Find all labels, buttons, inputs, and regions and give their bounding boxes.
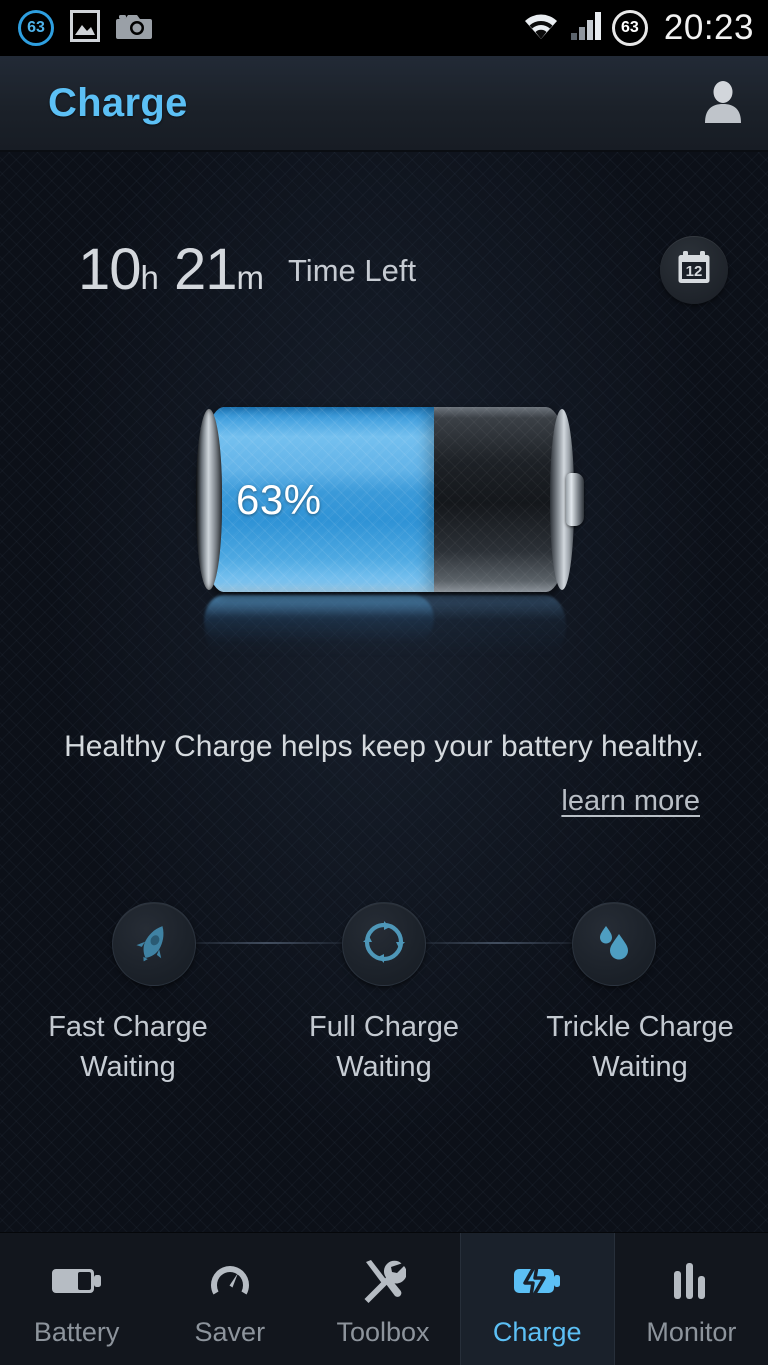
stage-status: Waiting [592, 1051, 688, 1084]
camera-icon [116, 11, 152, 46]
stage-title: Trickle Charge [546, 1011, 734, 1043]
nav-label: Monitor [646, 1316, 737, 1347]
stage-label-full-charge: Full Charge Waiting [256, 1007, 512, 1087]
nav-item-charge[interactable]: Charge [459, 1233, 615, 1365]
gauge-icon [206, 1257, 254, 1305]
wrench-screwdriver-icon [360, 1257, 406, 1305]
nav-label: Toolbox [336, 1316, 430, 1347]
time-left-minutes: 21 [174, 237, 238, 302]
time-left-minutes-unit: m [236, 259, 265, 296]
battery-cylinder: 63% [196, 407, 584, 592]
stage-status: Waiting [336, 1051, 432, 1084]
refresh-circle-icon [361, 919, 407, 970]
time-left-value: 10h 21m [78, 241, 264, 299]
battery-icon [51, 1257, 103, 1305]
nav-item-toolbox[interactable]: Toolbox [306, 1233, 459, 1365]
title-bar: Charge [0, 56, 768, 152]
status-battery-right-value: 63 [621, 19, 639, 36]
calendar-icon: 12 [674, 248, 714, 293]
battery-circle-icon: 63 [611, 10, 648, 46]
rocket-icon [132, 920, 176, 969]
battery-bolt-icon [510, 1257, 564, 1305]
stage-label-fast-charge: Fast Charge Waiting [0, 1007, 256, 1087]
stage-title: Full Charge [309, 1011, 459, 1043]
charge-stage-labels: Fast Charge Waiting Full Charge Waiting … [0, 1007, 768, 1087]
calendar-button[interactable]: 12 [660, 236, 728, 304]
battery-circle-icon: 63 [18, 10, 54, 46]
svg-text:12: 12 [686, 263, 703, 280]
stage-connector-line [420, 942, 575, 944]
nav-label: Saver [194, 1316, 266, 1347]
wifi-icon [522, 11, 560, 46]
person-icon [702, 79, 744, 128]
status-battery-left-value: 63 [27, 19, 45, 36]
time-left-hours-unit: h [140, 259, 159, 296]
stage-trickle-charge-button[interactable] [572, 902, 656, 986]
battery-graphic[interactable]: 63% [196, 407, 584, 657]
main-content: 10h 21m Time Left 12 63% Healthy Charge … [0, 152, 768, 1233]
nav-label: Charge [492, 1316, 582, 1347]
nav-item-battery[interactable]: Battery [0, 1233, 153, 1365]
cell-signal-icon [570, 11, 602, 46]
stage-fast-charge-button[interactable] [112, 902, 196, 986]
nav-item-monitor[interactable]: Monitor [615, 1233, 768, 1365]
battery-terminal [566, 473, 584, 526]
battery-cap-left [196, 409, 222, 590]
status-bar-clock: 20:23 [663, 8, 754, 47]
page-title: Charge [48, 80, 188, 125]
stage-connector-line [190, 942, 345, 944]
water-drop-icon [592, 920, 636, 969]
time-left-row: 10h 21m Time Left 12 [0, 236, 768, 304]
charge-stages [0, 892, 768, 992]
status-bar: 63 63 20:23 [0, 0, 768, 56]
profile-button[interactable] [702, 79, 744, 128]
learn-more-link[interactable]: learn more [561, 785, 700, 817]
learn-more-row: learn more [0, 785, 768, 818]
app-screen: 63 63 20:23 Charge 10h 21m Time Left 12 … [0, 0, 768, 1365]
nav-item-saver[interactable]: Saver [153, 1233, 306, 1365]
nav-label: Battery [33, 1316, 120, 1347]
time-left-hours: 10 [78, 237, 142, 302]
stage-full-charge-button[interactable] [342, 902, 426, 986]
healthy-charge-message: Healthy Charge helps keep your battery h… [64, 730, 704, 763]
battery-percent-label: 63% [236, 475, 322, 523]
time-left-label: Time Left [288, 252, 417, 288]
stage-status: Waiting [80, 1051, 176, 1084]
status-bar-right-icons: 63 20:23 [522, 8, 754, 48]
battery-reflection-fill [204, 595, 434, 643]
bottom-navigation: Battery Saver Toolbox Charge Monitor [0, 1232, 768, 1365]
stage-label-trickle-charge: Trickle Charge Waiting [512, 1007, 768, 1087]
stage-title: Fast Charge [48, 1011, 208, 1043]
bar-chart-icon [669, 1257, 713, 1305]
status-bar-left-icons: 63 [18, 9, 152, 47]
image-icon [70, 9, 100, 47]
